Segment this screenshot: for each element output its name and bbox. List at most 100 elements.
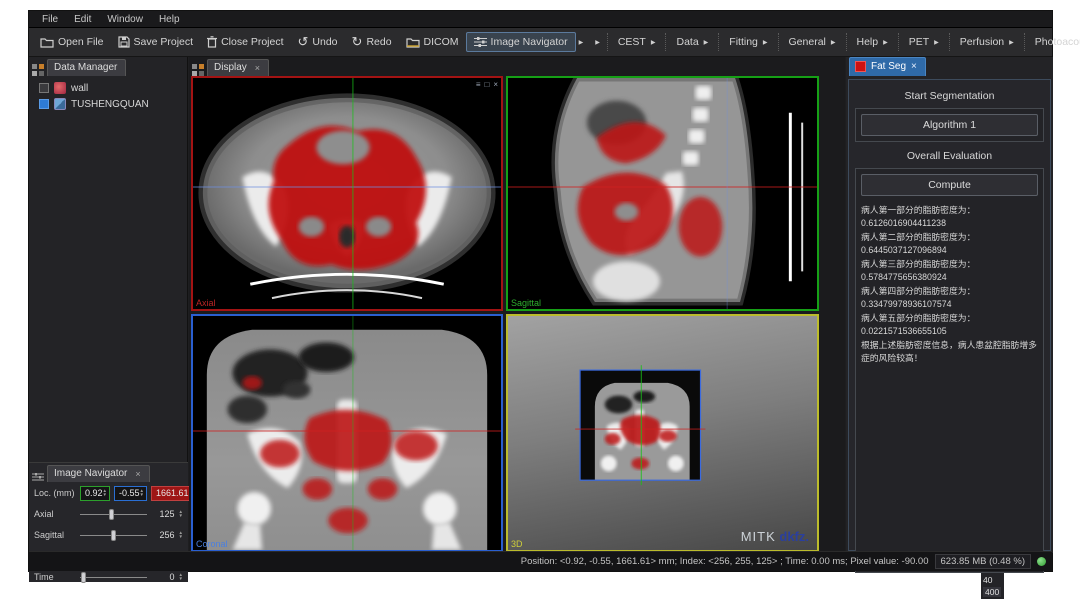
threed-scene (508, 316, 817, 550)
menu-edit[interactable]: Edit (67, 13, 98, 26)
toolbar-separator (898, 33, 899, 51)
result-line: 病人第四部分的脂肪密度为：0.33479978936107574 (861, 285, 1038, 311)
menu-label: PET (909, 36, 929, 48)
surface-node-icon (54, 82, 66, 94)
threed-viewport[interactable]: MITK dkfz. 3D (506, 314, 819, 552)
toolbar-separator (846, 33, 847, 51)
toolbar-arrow-icon[interactable]: ▶ (592, 39, 603, 46)
tree-item-tushengquan[interactable]: TUSHENGQUAN (39, 98, 183, 110)
dkfz-logo-text: dkfz. (779, 529, 809, 544)
sagittal-slider[interactable] (80, 529, 147, 541)
coronal-viewport[interactable]: Coronal (191, 314, 503, 552)
menu-label: CEST (618, 36, 646, 48)
mitk-logo-text: MITK (741, 529, 776, 544)
close-project-label: Close Project (221, 36, 283, 48)
time-slider[interactable] (80, 571, 147, 583)
sagittal-viewport[interactable]: Sagittal (506, 76, 819, 311)
sagittal-view-label: Sagittal (511, 298, 541, 308)
dicom-folder-icon (406, 37, 420, 48)
submenu-arrow-icon: ▶ (763, 39, 768, 46)
submenu-arrow-icon: ▶ (934, 39, 939, 46)
toolbar-menu-photoacoustics[interactable]: Photoacoustics▶ (1029, 33, 1080, 51)
loc-x-field[interactable]: 0.92 ▲▼ (80, 486, 110, 501)
menu-label: Help (857, 36, 879, 48)
toolbar: Open File Save Project Close Project ↺ U… (29, 28, 1052, 57)
slider-handle[interactable] (81, 572, 86, 583)
axial-slider[interactable] (80, 508, 147, 520)
display-tab-bar: Display × (189, 57, 845, 76)
tab-label: Fat Seg (871, 61, 906, 72)
dicom-button[interactable]: DICOM (399, 33, 466, 51)
toolbar-separator (607, 33, 608, 51)
menu-help[interactable]: Help (152, 13, 187, 26)
memory-usage: 623.85 MB (0.48 %) (935, 554, 1032, 569)
toolbar-menu-general[interactable]: General▶ (783, 33, 842, 51)
image-navigator-label: Image Navigator (491, 36, 568, 48)
spinner-arrows-icon[interactable]: ▲▼ (179, 573, 183, 581)
save-project-button[interactable]: Save Project (111, 33, 201, 51)
close-tab-icon[interactable]: × (255, 63, 260, 73)
viewport-menu-icon[interactable]: ≡ (476, 80, 481, 90)
toolbar-menu-cest[interactable]: CEST▶ (612, 33, 662, 51)
toolbar-menu-fitting[interactable]: Fitting▶ (723, 33, 773, 51)
open-file-button[interactable]: Open File (33, 33, 111, 51)
tab-fat-seg[interactable]: Fat Seg × (849, 57, 926, 76)
mitk-watermark: MITK dkfz. (741, 529, 809, 544)
loc-y-field[interactable]: -0.55 ▲▼ (114, 486, 147, 501)
viewport-maximize-icon[interactable]: □ (484, 80, 489, 90)
result-conclusion: 根据上述脂肪密度信息，病人患盆腔脂肪增多症的风险较高！ (861, 339, 1038, 365)
toolbar-overflow-arrow-icon[interactable]: ▶ (576, 39, 587, 46)
toolbar-separator (949, 33, 950, 51)
tab-image-navigator[interactable]: Image Navigator × (47, 465, 150, 482)
tab-label: Display (214, 62, 247, 73)
open-folder-icon (40, 37, 54, 48)
slider-handle[interactable] (111, 530, 116, 541)
fat-seg-icon (855, 61, 866, 72)
close-project-button[interactable]: Close Project (200, 33, 290, 51)
menu-label: Perfusion (960, 36, 1004, 48)
menu-window[interactable]: Window (100, 13, 150, 26)
spinner-arrows-icon[interactable]: ▲▼ (103, 489, 107, 497)
axial-viewport[interactable]: ≡ □ × (191, 76, 503, 311)
toolbar-menu-data[interactable]: Data▶ (670, 33, 714, 51)
compute-button[interactable]: Compute (861, 174, 1038, 196)
overall-evaluation-group: Compute 病人第一部分的脂肪密度为：0.6126016904411238 … (855, 168, 1044, 573)
toolbar-menu-pet[interactable]: PET ▶ (903, 33, 945, 51)
undo-button[interactable]: ↺ Undo (291, 33, 345, 51)
evaluation-results: 病人第一部分的脂肪密度为：0.6126016904411238 病人第二部分的脂… (861, 204, 1038, 365)
fat-seg-tab-bar: Fat Seg × (846, 57, 1053, 76)
image-navigator-tab-icon (32, 470, 44, 482)
axial-view-label: Axial (196, 298, 216, 308)
undo-icon: ↺ (298, 37, 309, 47)
toolbar-menu-help[interactable]: Help▶ (851, 33, 894, 51)
sagittal-slider-row: Sagittal 256 ▲▼ (34, 527, 183, 543)
location-row: Loc. (mm) 0.92 ▲▼ -0.55 ▲▼ 1661.61 ▲▼ (34, 485, 183, 501)
fat-seg-view: Start Segmentation Algorithm 1 Overall E… (848, 79, 1051, 551)
algorithm-1-button[interactable]: Algorithm 1 (861, 114, 1038, 136)
axial-slider-row: Axial 125 ▲▼ (34, 506, 183, 522)
slider-value: 0 (151, 572, 175, 582)
result-line: 病人第五部分的脂肪密度为：0.0221571536655105 (861, 312, 1038, 338)
toolbar-menu-perfusion[interactable]: Perfusion▶ (954, 33, 1020, 51)
menu-file[interactable]: File (35, 13, 65, 26)
start-segmentation-group: Algorithm 1 (855, 108, 1044, 142)
node-label: TUSHENGQUAN (71, 99, 149, 110)
tab-display[interactable]: Display × (207, 59, 269, 76)
data-manager-tab-bar: Data Manager (29, 57, 187, 76)
visibility-checkbox[interactable] (39, 83, 49, 93)
viewport-crosshair-toggle-icon[interactable]: × (493, 80, 498, 90)
close-tab-icon[interactable]: × (911, 61, 917, 72)
close-tab-icon[interactable]: × (135, 469, 140, 479)
data-tree: wall TUSHENGQUAN (29, 76, 187, 110)
slider-handle[interactable] (109, 509, 114, 520)
redo-button[interactable]: ↻ Redo (345, 33, 399, 51)
tab-label: Data Manager (54, 62, 117, 73)
coronal-view-label: Coronal (196, 539, 228, 549)
tree-item-wall[interactable]: wall (39, 82, 183, 94)
visibility-checkbox[interactable] (39, 99, 49, 109)
tab-data-manager[interactable]: Data Manager (47, 59, 126, 76)
image-navigator-button[interactable]: Image Navigator (466, 32, 576, 52)
spinner-arrows-icon[interactable]: ▲▼ (140, 489, 144, 497)
spinner-arrows-icon[interactable]: ▲▼ (179, 531, 183, 539)
spinner-arrows-icon[interactable]: ▲▼ (179, 510, 183, 518)
